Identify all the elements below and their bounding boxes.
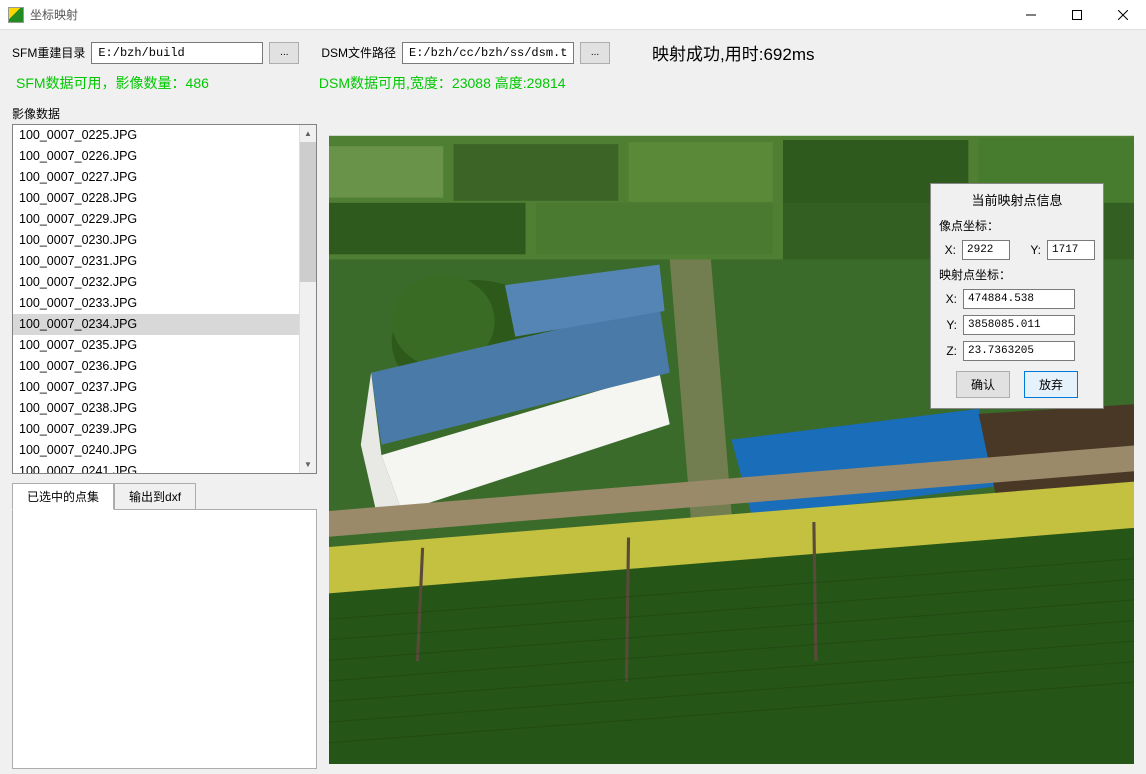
list-item[interactable]: 100_0007_0229.JPG <box>13 209 299 230</box>
pixel-x-label: X: <box>939 243 956 257</box>
confirm-button[interactable]: 确认 <box>956 371 1010 398</box>
discard-button[interactable]: 放弃 <box>1024 371 1078 398</box>
window-controls <box>1008 0 1146 30</box>
pixel-x-input[interactable] <box>962 240 1010 260</box>
mapped-z-label: Z: <box>939 344 957 358</box>
list-item[interactable]: 100_0007_0241.JPG <box>13 461 299 473</box>
scroll-up-icon[interactable]: ▲ <box>300 125 316 142</box>
list-item[interactable]: 100_0007_0232.JPG <box>13 272 299 293</box>
list-item[interactable]: 100_0007_0234.JPG <box>13 314 299 335</box>
list-item[interactable]: 100_0007_0236.JPG <box>13 356 299 377</box>
list-item[interactable]: 100_0007_0240.JPG <box>13 440 299 461</box>
mapped-x-input[interactable] <box>963 289 1075 309</box>
minimize-button[interactable] <box>1008 0 1054 30</box>
window-title: 坐标映射 <box>30 6 78 23</box>
dsm-browse-button[interactable]: ... <box>580 42 610 64</box>
sfm-dir-label: SFM重建目录 <box>12 44 85 61</box>
list-item[interactable]: 100_0007_0235.JPG <box>13 335 299 356</box>
info-panel-title: 当前映射点信息 <box>939 190 1095 209</box>
image-listbox[interactable]: 100_0007_0225.JPG100_0007_0226.JPG100_00… <box>12 124 317 474</box>
scroll-down-icon[interactable]: ▼ <box>300 456 316 473</box>
list-item[interactable]: 100_0007_0228.JPG <box>13 188 299 209</box>
pixel-y-label: Y: <box>1024 243 1041 257</box>
mapping-info-panel: 当前映射点信息 像点坐标： X: Y: 映射点坐标： X: Y: <box>930 183 1104 409</box>
tab-export-dxf[interactable]: 输出到dxf <box>114 483 196 510</box>
sfm-browse-button[interactable]: ... <box>269 42 299 64</box>
list-item[interactable]: 100_0007_0225.JPG <box>13 125 299 146</box>
scrollbar-thumb[interactable] <box>300 142 316 282</box>
pixel-y-input[interactable] <box>1047 240 1095 260</box>
list-item[interactable]: 100_0007_0237.JPG <box>13 377 299 398</box>
list-item[interactable]: 100_0007_0227.JPG <box>13 167 299 188</box>
pixel-coord-label: 像点坐标： <box>939 217 1095 234</box>
list-item[interactable]: 100_0007_0239.JPG <box>13 419 299 440</box>
mapped-z-input[interactable] <box>963 341 1075 361</box>
titlebar: 坐标映射 <box>0 0 1146 30</box>
result-status: 映射成功,用时:692ms <box>652 40 814 65</box>
image-list-label: 影像数据 <box>12 105 317 122</box>
mapped-y-label: Y: <box>939 318 957 332</box>
sfm-dir-input[interactable] <box>91 42 263 64</box>
scrollbar[interactable]: ▲ ▼ <box>299 125 316 473</box>
list-item[interactable]: 100_0007_0230.JPG <box>13 230 299 251</box>
list-item[interactable]: 100_0007_0231.JPG <box>13 251 299 272</box>
tab-content-area <box>12 509 317 769</box>
mapped-x-label: X: <box>939 292 957 306</box>
list-item[interactable]: 100_0007_0238.JPG <box>13 398 299 419</box>
maximize-button[interactable] <box>1054 0 1100 30</box>
list-item[interactable]: 100_0007_0233.JPG <box>13 293 299 314</box>
status-row: SFM数据可用，影像数量：486 DSM数据可用,宽度：23088 高度:298… <box>12 73 1134 93</box>
dsm-path-label: DSM文件路径 <box>321 44 396 61</box>
mapped-coord-label: 映射点坐标： <box>939 266 1095 283</box>
top-inputs-row: SFM重建目录 ... DSM文件路径 ... 映射成功,用时:692ms <box>12 40 1134 65</box>
mapped-y-input[interactable] <box>963 315 1075 335</box>
dsm-status: DSM数据可用,宽度：23088 高度:29814 <box>319 73 566 93</box>
sfm-status: SFM数据可用，影像数量：486 <box>16 73 209 93</box>
tab-selected-points[interactable]: 已选中的点集 <box>12 483 114 510</box>
tabs-row: 已选中的点集 输出到dxf <box>12 482 317 509</box>
list-item[interactable]: 100_0007_0226.JPG <box>13 146 299 167</box>
dsm-path-input[interactable] <box>402 42 574 64</box>
close-button[interactable] <box>1100 0 1146 30</box>
app-icon <box>8 7 24 23</box>
